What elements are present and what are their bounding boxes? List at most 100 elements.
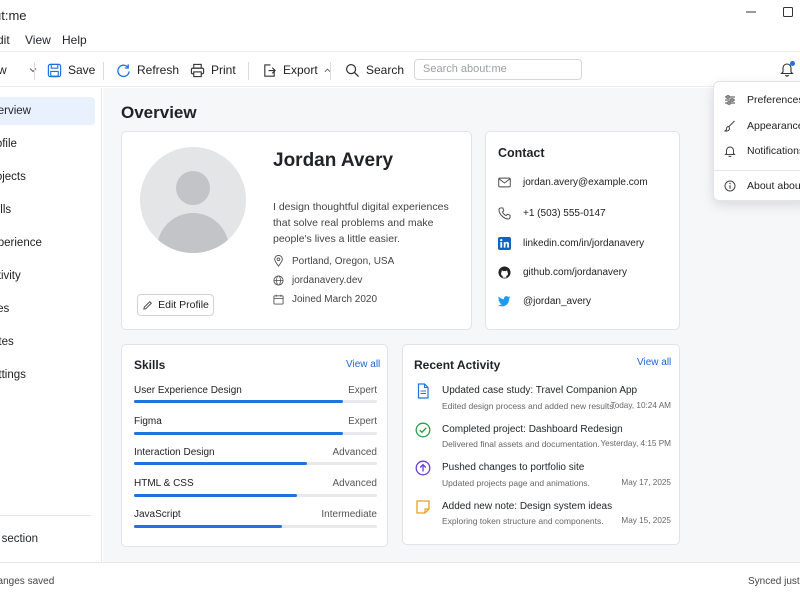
page-title: Overview (121, 103, 197, 122)
location-text: Portland, Oregon, USA (292, 255, 395, 267)
maximize-icon[interactable] (782, 6, 794, 21)
avatar (140, 147, 246, 253)
refresh-label: Refresh (137, 63, 180, 77)
sidebar-item-skills[interactable]: kills (0, 196, 95, 224)
save-icon (47, 63, 62, 77)
save-label: Save (68, 63, 96, 77)
sidebar-item-profile[interactable]: rofile (0, 130, 95, 158)
export-dropdown-button[interactable]: Export (262, 61, 331, 79)
github-icon (498, 266, 511, 279)
sidebar-item-overview[interactable]: verview (0, 97, 95, 125)
joined-text: Joined March 2020 (292, 294, 378, 305)
activity-item-time: Yesterday, 4:15 PM (600, 439, 671, 448)
activity-item-time: Today, 10:24 AM (610, 401, 671, 410)
skill-bar (134, 432, 377, 435)
avatar-body (157, 213, 229, 253)
settings-dropdown-menu: Preferences Appearance Notifications Abo… (713, 81, 800, 201)
toolbar-divider (34, 62, 35, 80)
check-circle-icon (415, 422, 431, 438)
linkedin-text: linkedin.com/in/jordanavery (523, 238, 645, 249)
title-bar: ut:me (0, 0, 800, 30)
activity-item-title[interactable]: Added new note: Design system ideas (442, 501, 612, 512)
sidebar-item-label: rofile (0, 138, 17, 150)
activity-item-title[interactable]: Completed project: Dashboard Redesign (442, 424, 623, 435)
contact-phone[interactable]: +1 (503) 555-0147 (498, 207, 606, 220)
save-button[interactable]: Save (47, 61, 95, 79)
print-button[interactable]: Print (190, 61, 236, 79)
sidebar-item-label: otes (0, 336, 14, 348)
sidebar-item-files[interactable]: iles (0, 295, 95, 323)
menu-help[interactable]: Help (62, 33, 87, 47)
skills-view-all-link[interactable]: View all (346, 359, 380, 370)
skill-name: JavaScript (134, 509, 181, 520)
menu-item-notifications[interactable]: Notifications (714, 139, 800, 163)
skill-name: HTML & CSS (134, 478, 194, 489)
sliders-icon (725, 95, 735, 105)
sidebar-item-label: xperience (0, 237, 42, 249)
skill-bar-fill (134, 400, 343, 403)
view-label: w (0, 63, 7, 77)
profile-name: Jordan Avery (273, 150, 394, 171)
menu-item-label: Preferences (747, 94, 800, 106)
sidebar-item-label: kills (0, 204, 12, 216)
skill-level: Advanced (332, 478, 377, 489)
search-button[interactable]: Search (345, 61, 404, 79)
sidebar-item-label: verview (0, 105, 31, 117)
refresh-button[interactable]: Refresh (116, 61, 179, 79)
activity-title: Recent Activity (414, 358, 501, 372)
skill-level: Expert (348, 385, 377, 396)
skill-bar-fill (134, 525, 283, 528)
upload-circle-icon (415, 460, 431, 476)
profile-website[interactable]: jordanavery.dev (273, 275, 362, 286)
skill-bar-fill (134, 432, 343, 435)
menu-item-about[interactable]: About about (714, 174, 800, 198)
skill-bar-fill (134, 462, 307, 465)
calendar-icon (273, 294, 284, 305)
skill-level: Advanced (332, 447, 377, 458)
toolbar-divider (103, 62, 104, 80)
menu-item-preferences[interactable]: Preferences (714, 88, 800, 112)
add-section-button[interactable]: d section (0, 533, 38, 545)
printer-icon (190, 63, 205, 77)
contact-twitter[interactable]: @jordan_avery (498, 296, 591, 307)
sidebar-item-notes[interactable]: otes (0, 328, 95, 356)
menu-divider (714, 170, 800, 171)
sidebar-item-projects[interactable]: rojects (0, 163, 95, 191)
search-label: Search (366, 63, 405, 77)
search-input[interactable]: Search about:me (414, 59, 582, 80)
notification-dot (790, 61, 795, 66)
menu-edit[interactable]: dit (0, 33, 10, 47)
sidebar-item-settings[interactable]: ettings (0, 361, 95, 389)
menu-view[interactable]: View (25, 33, 51, 47)
menu-item-label: Notifications (747, 145, 800, 157)
skills-title: Skills (134, 358, 166, 372)
linkedin-icon (498, 237, 511, 250)
view-dropdown-button[interactable]: w (0, 61, 37, 79)
toolbar-divider (248, 62, 249, 80)
menu-bar: dit View Help (0, 30, 800, 52)
phone-icon (498, 207, 511, 220)
sidebar-item-activity[interactable]: ctivity (0, 262, 95, 290)
edit-profile-button[interactable]: Edit Profile (137, 294, 214, 316)
minimize-icon[interactable] (745, 6, 757, 21)
sidebar-item-experience[interactable]: xperience (0, 229, 95, 257)
contact-github[interactable]: github.com/jordanavery (498, 266, 627, 279)
sidebar-item-label: rojects (0, 171, 26, 183)
activity-item-title[interactable]: Updated case study: Travel Companion App (442, 385, 637, 396)
activity-view-all-link[interactable]: View all (637, 357, 671, 368)
edit-profile-label: Edit Profile (158, 299, 209, 311)
bell-icon (724, 146, 736, 157)
profile-location: Portland, Oregon, USA (273, 255, 394, 267)
menu-item-label: About about (747, 180, 800, 192)
contact-email[interactable]: jordan.avery@example.com (498, 177, 648, 188)
toolbar-divider (330, 62, 331, 80)
export-icon (264, 63, 276, 77)
github-text: github.com/jordanavery (523, 267, 627, 278)
skill-bar (134, 525, 377, 528)
menu-item-appearance[interactable]: Appearance (714, 114, 800, 138)
activity-item-title[interactable]: Pushed changes to portfolio site (442, 462, 584, 473)
email-text: jordan.avery@example.com (523, 177, 648, 188)
profile-joined: Joined March 2020 (273, 294, 377, 305)
skill-bar (134, 462, 377, 465)
contact-linkedin[interactable]: linkedin.com/in/jordanavery (498, 237, 644, 250)
